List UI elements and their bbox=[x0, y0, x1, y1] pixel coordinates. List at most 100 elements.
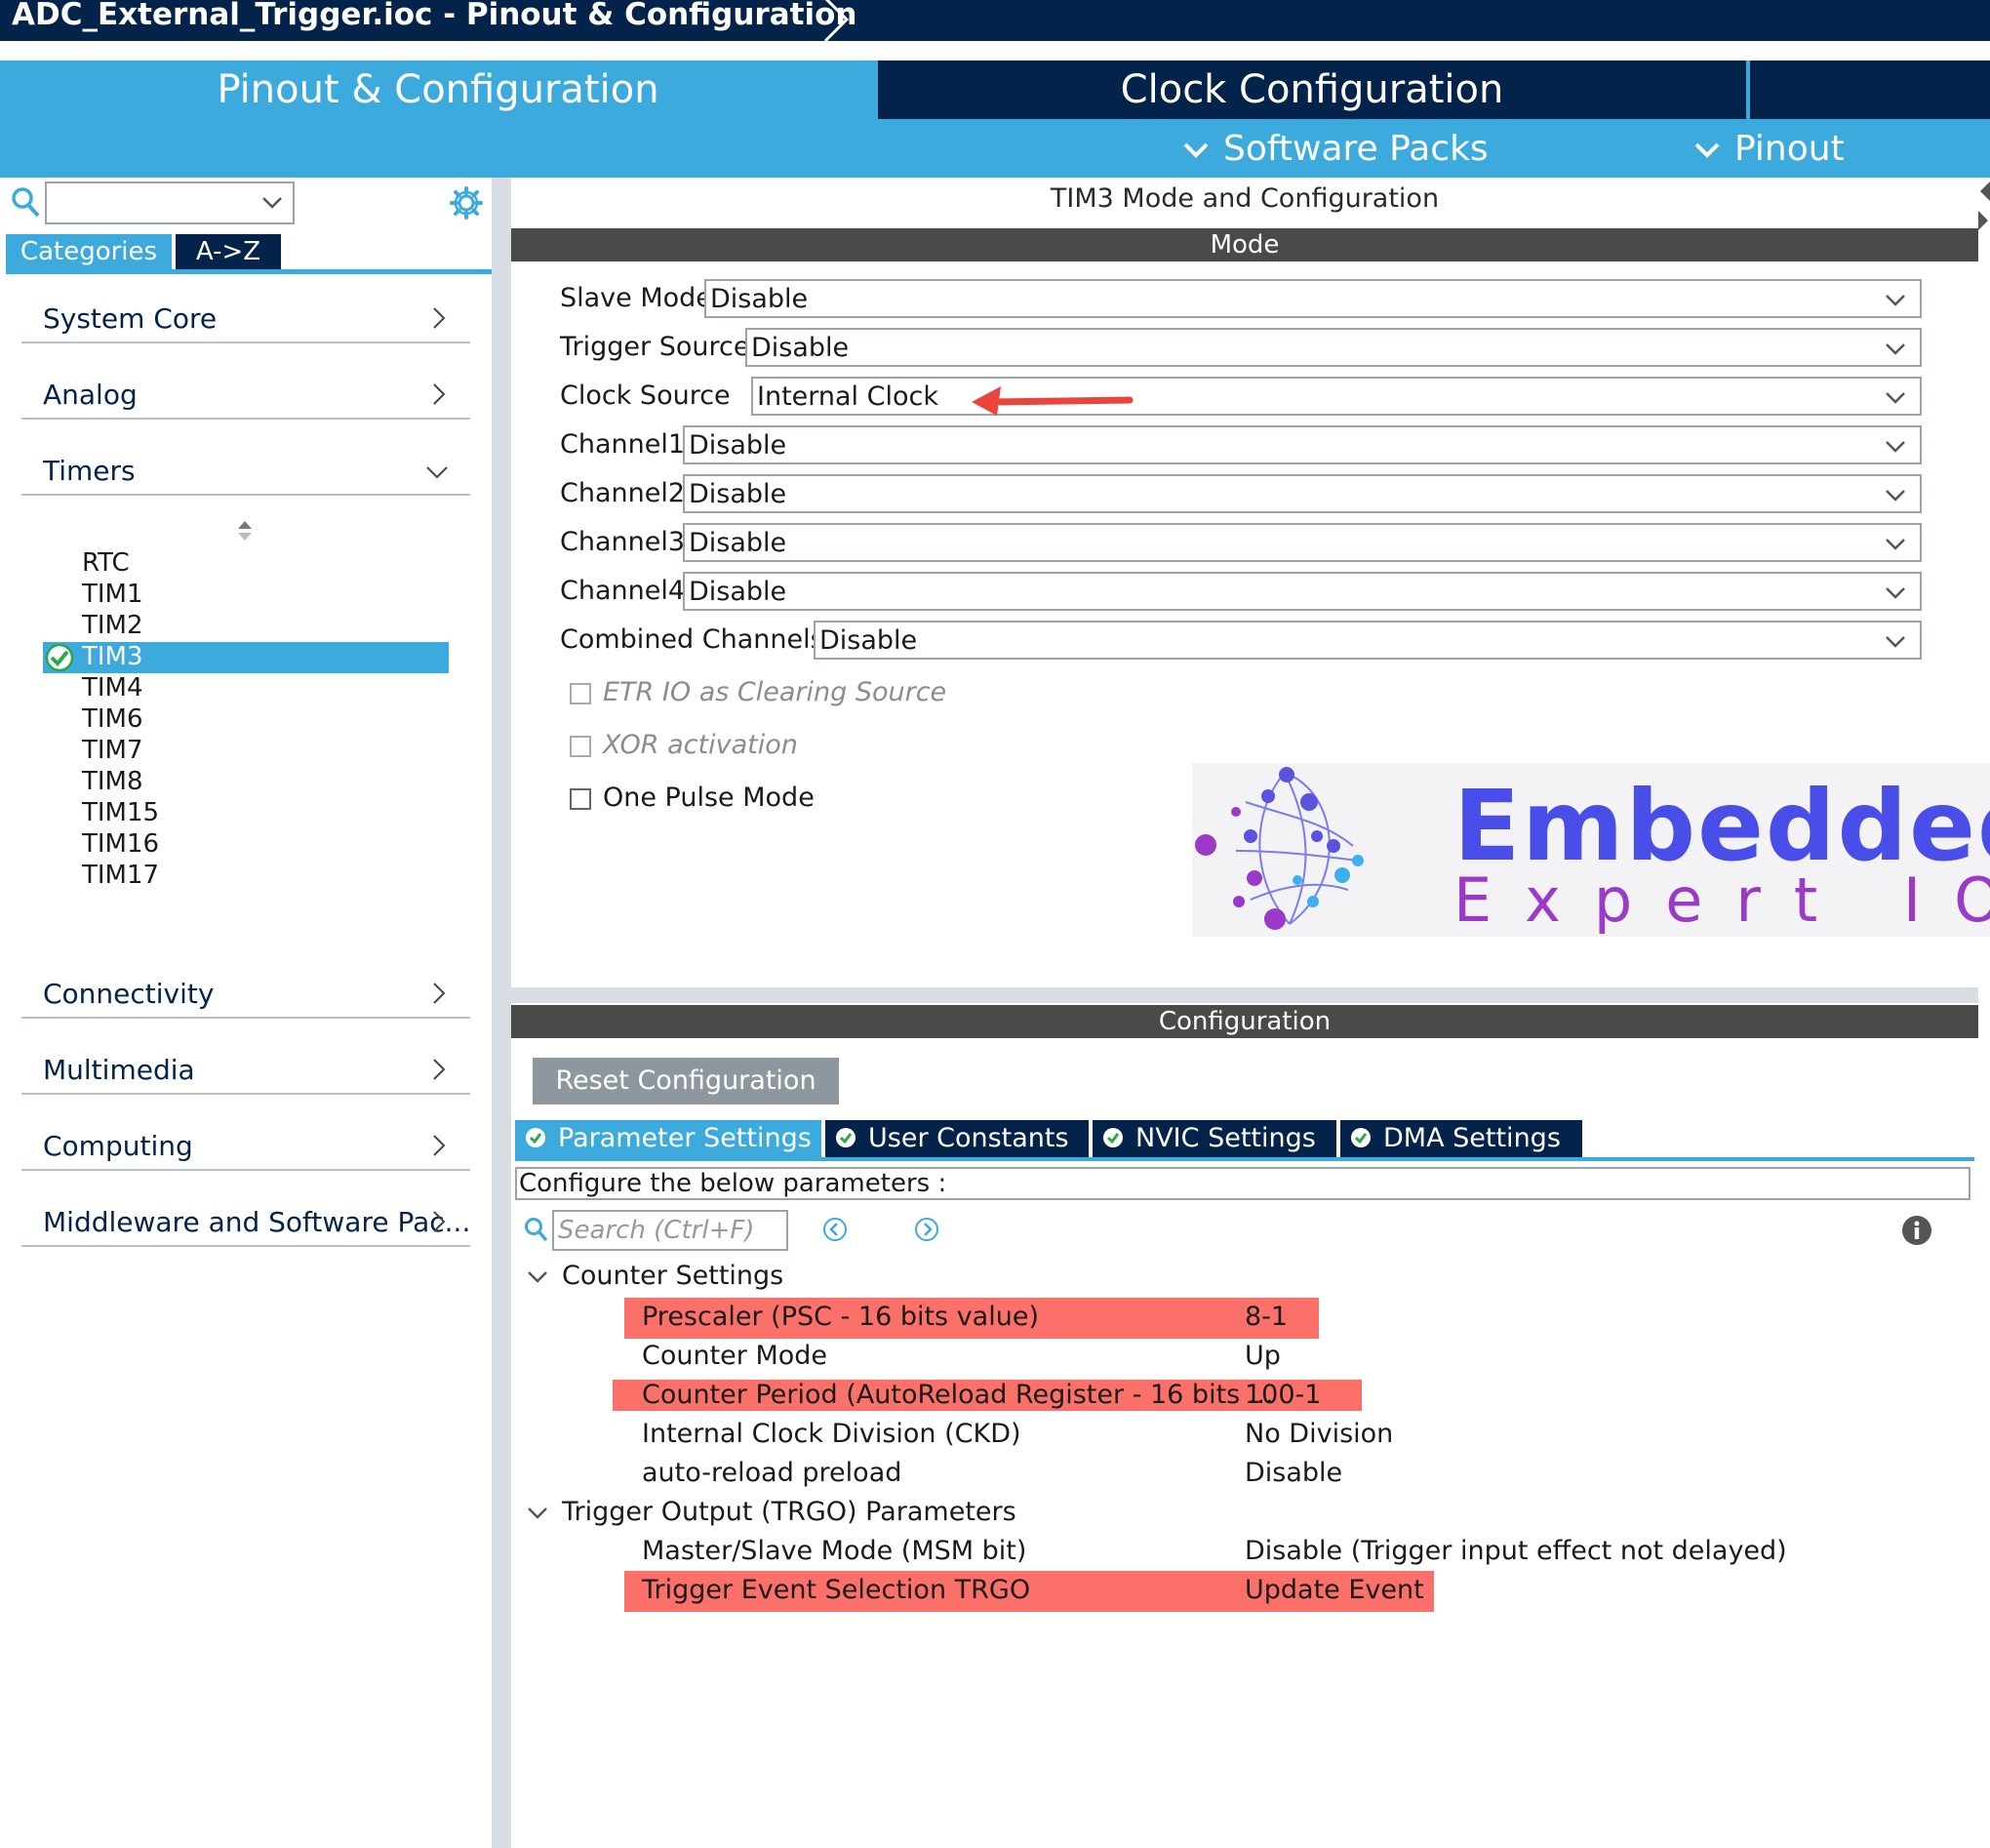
one-pulse-mode-checkbox[interactable]: One Pulse Mode bbox=[570, 783, 815, 813]
splitter[interactable] bbox=[492, 178, 511, 1848]
timer-item-tim8[interactable]: TIM8 bbox=[82, 767, 143, 796]
chevron-down-icon bbox=[1886, 490, 1905, 502]
channel1-label: Channel1 bbox=[560, 429, 686, 460]
etr-clearing-label: ETR IO as Clearing Source bbox=[603, 677, 947, 707]
param-ckd-value[interactable]: No Division bbox=[1245, 1419, 1393, 1449]
param-msm-name[interactable]: Master/Slave Mode (MSM bit) bbox=[642, 1536, 1026, 1566]
category-middleware[interactable]: Middleware and Software Pac... bbox=[21, 1198, 470, 1247]
tab-user-constants[interactable]: User Constants bbox=[825, 1120, 1089, 1157]
tab-categories[interactable]: Categories bbox=[6, 234, 172, 269]
timer-item-rtc[interactable]: RTC bbox=[82, 548, 130, 578]
check-circle-icon bbox=[1351, 1127, 1371, 1147]
check-circle-icon bbox=[45, 643, 74, 672]
tab-underline bbox=[515, 1157, 1974, 1161]
param-prescaler-name[interactable]: Prescaler (PSC - 16 bits value) bbox=[642, 1302, 1039, 1332]
chevron-right-icon bbox=[433, 1211, 446, 1232]
tab-pinout-configuration[interactable]: Pinout & Configuration bbox=[0, 60, 876, 119]
group-label: Trigger Output (TRGO) Parameters bbox=[562, 1497, 1016, 1527]
param-counter-period-value[interactable]: 100-1 bbox=[1245, 1380, 1321, 1410]
group-trgo-parameters[interactable]: Trigger Output (TRGO) Parameters bbox=[527, 1497, 1016, 1527]
one-pulse-mode-label: One Pulse Mode bbox=[603, 783, 815, 813]
timer-item-tim4[interactable]: TIM4 bbox=[82, 673, 143, 703]
chevron-down-icon bbox=[1886, 295, 1905, 306]
timer-item-tim17[interactable]: TIM17 bbox=[82, 861, 159, 890]
channel2-select[interactable]: Disable bbox=[683, 474, 1922, 513]
combined-channels-label: Combined Channels bbox=[560, 624, 824, 655]
etr-clearing-checkbox[interactable]: ETR IO as Clearing Source bbox=[570, 677, 946, 707]
reset-configuration-button[interactable]: Reset Configuration bbox=[533, 1058, 839, 1105]
slave-mode-select[interactable]: Disable bbox=[704, 279, 1922, 318]
param-trgo-name[interactable]: Trigger Event Selection TRGO bbox=[642, 1575, 1030, 1605]
info-icon[interactable] bbox=[1900, 1214, 1933, 1247]
chevron-down-icon bbox=[528, 1507, 547, 1519]
tab-dma-settings[interactable]: DMA Settings bbox=[1340, 1120, 1582, 1157]
param-counter-mode-value[interactable]: Up bbox=[1245, 1341, 1281, 1371]
breadcrumb-chevron-icon bbox=[823, 0, 850, 43]
group-counter-settings[interactable]: Counter Settings bbox=[527, 1261, 783, 1291]
timer-item-tim1[interactable]: TIM1 bbox=[82, 580, 143, 609]
param-trgo-value[interactable]: Update Event bbox=[1245, 1575, 1424, 1605]
timer-item-tim16[interactable]: TIM16 bbox=[82, 829, 159, 859]
channel2-value: Disable bbox=[689, 479, 787, 509]
parameter-search-input[interactable]: Search (Ctrl+F) bbox=[552, 1210, 788, 1251]
category-timers[interactable]: Timers bbox=[21, 447, 470, 496]
param-ckd-name[interactable]: Internal Clock Division (CKD) bbox=[642, 1419, 1021, 1449]
search-combobox[interactable] bbox=[45, 181, 295, 224]
category-analog[interactable]: Analog bbox=[21, 371, 470, 420]
tab-nvic-settings[interactable]: NVIC Settings bbox=[1093, 1120, 1336, 1157]
tab-overflow[interactable] bbox=[1750, 60, 1990, 119]
search-icon[interactable] bbox=[10, 185, 41, 219]
timer-item-tim3[interactable]: TIM3 bbox=[82, 642, 143, 671]
check-circle-icon bbox=[1103, 1127, 1123, 1147]
collapse-arrows-icon[interactable] bbox=[1978, 178, 1990, 236]
pinout-menu[interactable]: Pinout bbox=[1693, 123, 1845, 176]
gear-icon[interactable] bbox=[449, 185, 484, 221]
trigger-source-select[interactable]: Disable bbox=[745, 328, 1922, 367]
configuration-section-header: Configuration bbox=[511, 1005, 1978, 1038]
tab-clock-configuration[interactable]: Clock Configuration bbox=[878, 60, 1746, 119]
combined-channels-select[interactable]: Disable bbox=[814, 621, 1922, 660]
timer-item-tim6[interactable]: TIM6 bbox=[82, 704, 143, 734]
param-autoreload-preload-name[interactable]: auto-reload preload bbox=[642, 1458, 901, 1488]
chevron-down-icon bbox=[1886, 343, 1905, 355]
software-packs-menu[interactable]: Software Packs bbox=[1182, 123, 1489, 176]
channel3-select[interactable]: Disable bbox=[683, 523, 1922, 562]
param-prescaler-value[interactable]: 8-1 bbox=[1245, 1302, 1288, 1332]
category-multimedia[interactable]: Multimedia bbox=[21, 1046, 470, 1095]
category-system-core[interactable]: System Core bbox=[21, 295, 470, 343]
next-match-icon[interactable] bbox=[913, 1216, 940, 1243]
xor-activation-checkbox[interactable]: XOR activation bbox=[570, 730, 798, 760]
timer-item-tim15[interactable]: TIM15 bbox=[82, 798, 159, 827]
tab-a-to-z[interactable]: A->Z bbox=[176, 234, 281, 269]
check-circle-icon bbox=[836, 1127, 856, 1147]
panel-title: TIM3 Mode and Configuration bbox=[1050, 183, 1440, 214]
category-label: Middleware and Software Pac... bbox=[43, 1206, 471, 1238]
category-label: Multimedia bbox=[43, 1054, 195, 1086]
sort-icon[interactable] bbox=[236, 519, 254, 542]
param-counter-period-name[interactable]: Counter Period (AutoReload Register - 16… bbox=[642, 1380, 1274, 1410]
chevron-down-icon bbox=[1694, 142, 1720, 158]
chevron-down-icon bbox=[426, 466, 448, 479]
trigger-source-value: Disable bbox=[751, 333, 850, 363]
channel4-select[interactable]: Disable bbox=[683, 572, 1922, 611]
timer-item-tim2[interactable]: TIM2 bbox=[82, 611, 143, 640]
title-spacer bbox=[0, 41, 1990, 60]
channel1-select[interactable]: Disable bbox=[683, 425, 1922, 464]
category-label: Computing bbox=[43, 1130, 193, 1162]
tab-label: DMA Settings bbox=[1383, 1123, 1561, 1153]
channel4-value: Disable bbox=[689, 577, 787, 607]
category-label: Analog bbox=[43, 379, 138, 411]
previous-match-icon[interactable] bbox=[821, 1216, 849, 1243]
category-connectivity[interactable]: Connectivity bbox=[21, 970, 470, 1019]
clock-source-select[interactable]: Internal Clock bbox=[751, 377, 1922, 416]
chevron-down-icon bbox=[1886, 539, 1905, 550]
param-counter-mode-name[interactable]: Counter Mode bbox=[642, 1341, 827, 1371]
category-computing[interactable]: Computing bbox=[21, 1122, 470, 1171]
timer-item-tim7[interactable]: TIM7 bbox=[82, 736, 143, 765]
trigger-source-label: Trigger Source bbox=[560, 332, 750, 362]
tab-parameter-settings[interactable]: Parameter Settings bbox=[515, 1120, 821, 1157]
chevron-down-icon bbox=[1886, 587, 1905, 599]
param-msm-value[interactable]: Disable (Trigger input effect not delaye… bbox=[1245, 1536, 1787, 1566]
param-autoreload-preload-value[interactable]: Disable bbox=[1245, 1458, 1342, 1488]
splitter[interactable] bbox=[511, 987, 1978, 1003]
